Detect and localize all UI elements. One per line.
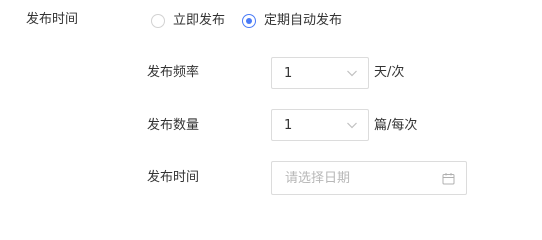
quantity-select[interactable]: 1 xyxy=(271,109,369,141)
frequency-select[interactable]: 1 xyxy=(271,57,369,89)
publish-date-input[interactable] xyxy=(285,170,435,186)
radio-publish-now[interactable]: 立即发布 xyxy=(151,13,225,29)
publish-time-label: 发布时间 xyxy=(26,12,79,27)
frequency-label: 发布频率 xyxy=(147,65,200,80)
radio-publish-now-label: 立即发布 xyxy=(173,13,226,28)
radio-publish-now-indicator[interactable] xyxy=(151,14,165,28)
chevron-down-icon xyxy=(347,70,357,77)
radio-scheduled-publish-indicator[interactable] xyxy=(242,14,256,28)
publish-date-picker[interactable] xyxy=(271,161,467,195)
radio-scheduled-publish[interactable]: 定期自动发布 xyxy=(242,13,342,29)
frequency-unit: 天/次 xyxy=(374,65,405,80)
publish-date-label: 发布时间 xyxy=(147,170,200,185)
quantity-unit: 篇/每次 xyxy=(374,118,418,133)
chevron-down-icon xyxy=(347,122,357,129)
radio-scheduled-publish-label: 定期自动发布 xyxy=(264,13,343,28)
quantity-label: 发布数量 xyxy=(147,118,200,133)
frequency-select-value: 1 xyxy=(284,65,293,81)
calendar-icon[interactable] xyxy=(442,172,455,185)
quantity-select-value: 1 xyxy=(284,117,293,133)
